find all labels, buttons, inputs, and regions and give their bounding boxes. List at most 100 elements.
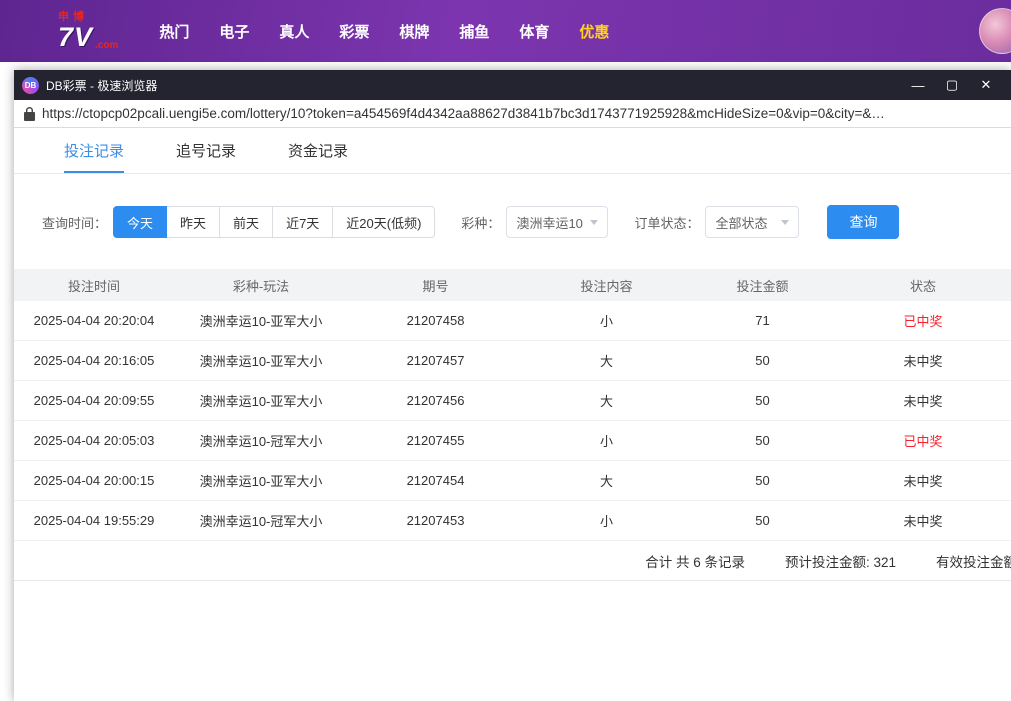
table-row: 2025-04-04 20:00:15 澳洲幸运10-亚军大小 21207454… — [14, 461, 1011, 501]
minimize-button[interactable]: — — [901, 70, 935, 100]
cell-content: 小 — [523, 311, 690, 330]
cell-amount: 50 — [690, 393, 835, 408]
time-filter-label: 查询时间： — [42, 213, 107, 232]
table-summary: 合计 共 6 条记录 预计投注金额: 321 有效投注金额 — [14, 541, 1011, 581]
table-row: 2025-04-04 20:05:03 澳洲幸运10-冠军大小 21207455… — [14, 421, 1011, 461]
col-header-content: 投注内容 — [523, 276, 690, 295]
col-header-status: 状态 — [835, 276, 1011, 295]
nav-item-slots[interactable]: 电子 — [204, 21, 264, 42]
user-avatar[interactable] — [979, 8, 1011, 54]
site-nav: 热门 电子 真人 彩票 棋牌 捕鱼 体育 优惠 — [144, 21, 624, 42]
logo-suffix-text: .com — [95, 41, 118, 51]
cell-time: 2025-04-04 20:05:03 — [14, 433, 174, 448]
table-row: 2025-04-04 20:16:05 澳洲幸运10-亚军大小 21207457… — [14, 341, 1011, 381]
col-header-issue: 期号 — [348, 276, 523, 295]
cell-issue: 21207455 — [348, 433, 523, 448]
site-logo[interactable]: 申博 7V .com — [58, 12, 118, 51]
cell-game: 澳洲幸运10-亚军大小 — [174, 351, 348, 370]
record-tabs: 投注记录 追号记录 资金记录 — [14, 128, 1011, 174]
table-header-row: 投注时间 彩种-玩法 期号 投注内容 投注金额 状态 — [14, 269, 1011, 301]
col-header-game: 彩种-玩法 — [174, 276, 348, 295]
lock-icon — [24, 107, 35, 121]
lottery-select-value: 澳洲幸运10 — [516, 213, 582, 232]
cell-amount: 50 — [690, 513, 835, 528]
cell-amount: 71 — [690, 313, 835, 328]
table-row: 2025-04-04 20:20:04 澳洲幸运10-亚军大小 21207458… — [14, 301, 1011, 341]
lottery-filter-label: 彩种： — [461, 213, 500, 232]
nav-item-lottery[interactable]: 彩票 — [324, 21, 384, 42]
tab-chase-records[interactable]: 追号记录 — [176, 128, 236, 173]
status-badge: 已中奖 — [835, 431, 1011, 450]
summary-expected-amount: 预计投注金额: 321 — [785, 551, 896, 571]
close-button[interactable]: ✕ — [969, 70, 1003, 100]
order-status-value: 全部状态 — [715, 213, 767, 232]
cell-time: 2025-04-04 20:00:15 — [14, 473, 174, 488]
cell-game: 澳洲幸运10-亚军大小 — [174, 311, 348, 330]
time-option-daybefore[interactable]: 前天 — [219, 206, 273, 238]
status-badge: 未中奖 — [835, 351, 1011, 370]
time-option-yesterday[interactable]: 昨天 — [166, 206, 220, 238]
cell-time: 2025-04-04 20:16:05 — [14, 353, 174, 368]
site-header: 申博 7V .com 热门 电子 真人 彩票 棋牌 捕鱼 体育 优惠 — [0, 0, 1011, 62]
cell-issue: 21207458 — [348, 313, 523, 328]
cell-amount: 50 — [690, 433, 835, 448]
cell-content: 大 — [523, 391, 690, 410]
status-badge: 未中奖 — [835, 391, 1011, 410]
status-filter-label: 订单状态： — [634, 213, 699, 232]
nav-item-live[interactable]: 真人 — [264, 21, 324, 42]
browser-app-icon: DB — [22, 77, 39, 94]
time-option-today[interactable]: 今天 — [113, 206, 167, 238]
window-title: DB彩票 - 极速浏览器 — [46, 77, 157, 94]
nav-item-hot[interactable]: 热门 — [144, 21, 204, 42]
nav-item-fishing[interactable]: 捕鱼 — [444, 21, 504, 42]
cell-time: 2025-04-04 20:20:04 — [14, 313, 174, 328]
time-option-20days[interactable]: 近20天(低频) — [332, 206, 435, 238]
status-badge: 已中奖 — [835, 311, 1011, 330]
col-header-amount: 投注金额 — [690, 276, 835, 295]
status-badge: 未中奖 — [835, 471, 1011, 490]
cell-game: 澳洲幸运10-亚军大小 — [174, 391, 348, 410]
lottery-select[interactable]: 澳洲幸运10 — [506, 206, 608, 238]
cell-amount: 50 — [690, 353, 835, 368]
table-row: 2025-04-04 20:09:55 澳洲幸运10-亚军大小 21207456… — [14, 381, 1011, 421]
cell-time: 2025-04-04 19:55:29 — [14, 513, 174, 528]
status-badge: 未中奖 — [835, 511, 1011, 530]
browser-titlebar[interactable]: DB DB彩票 - 极速浏览器 — ▢ ✕ — [14, 70, 1011, 100]
cell-time: 2025-04-04 20:09:55 — [14, 393, 174, 408]
table-row: 2025-04-04 19:55:29 澳洲幸运10-冠军大小 21207453… — [14, 501, 1011, 541]
cell-game: 澳洲幸运10-冠军大小 — [174, 431, 348, 450]
logo-top-text: 申博 — [58, 12, 118, 23]
nav-item-sports[interactable]: 体育 — [504, 21, 564, 42]
cell-issue: 21207457 — [348, 353, 523, 368]
cell-issue: 21207453 — [348, 513, 523, 528]
summary-valid-amount: 有效投注金额 — [936, 551, 1011, 571]
cell-game: 澳洲幸运10-冠军大小 — [174, 511, 348, 530]
cell-content: 大 — [523, 471, 690, 490]
url-text: https://ctopcp02pcali.uengi5e.com/lotter… — [42, 106, 1001, 121]
chevron-down-icon — [781, 220, 789, 225]
filter-bar: 查询时间： 今天 昨天 前天 近7天 近20天(低频) 彩种： 澳洲幸运10 订… — [42, 205, 1011, 239]
nav-item-board[interactable]: 棋牌 — [384, 21, 444, 42]
logo-main-text: 7V — [58, 24, 93, 51]
col-header-time: 投注时间 — [14, 276, 174, 295]
cell-content: 大 — [523, 351, 690, 370]
cell-amount: 50 — [690, 473, 835, 488]
nav-item-promo[interactable]: 优惠 — [564, 21, 624, 42]
tab-bet-records[interactable]: 投注记录 — [64, 128, 124, 173]
cell-issue: 21207456 — [348, 393, 523, 408]
cell-issue: 21207454 — [348, 473, 523, 488]
cell-game: 澳洲幸运10-亚军大小 — [174, 471, 348, 490]
cell-content: 小 — [523, 431, 690, 450]
time-range-group: 今天 昨天 前天 近7天 近20天(低频) — [113, 206, 435, 238]
cell-content: 小 — [523, 511, 690, 530]
time-option-7days[interactable]: 近7天 — [272, 206, 333, 238]
chevron-down-icon — [590, 220, 598, 225]
query-button[interactable]: 查询 — [827, 205, 899, 239]
order-status-select[interactable]: 全部状态 — [705, 206, 799, 238]
browser-window: DB DB彩票 - 极速浏览器 — ▢ ✕ https://ctopcp02pc… — [14, 70, 1011, 701]
address-bar[interactable]: https://ctopcp02pcali.uengi5e.com/lotter… — [14, 100, 1011, 128]
maximize-button[interactable]: ▢ — [935, 70, 969, 100]
bet-records-table: 投注时间 彩种-玩法 期号 投注内容 投注金额 状态 2025-04-04 20… — [14, 269, 1011, 581]
tab-fund-records[interactable]: 资金记录 — [288, 128, 348, 173]
summary-total: 合计 共 6 条记录 — [645, 551, 745, 571]
